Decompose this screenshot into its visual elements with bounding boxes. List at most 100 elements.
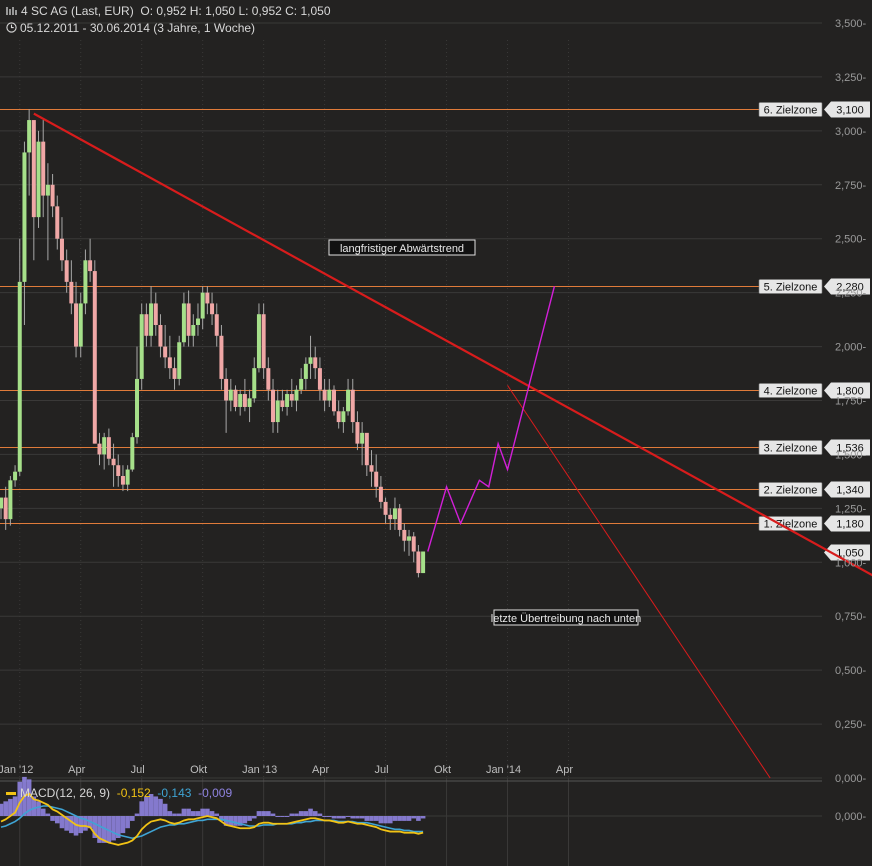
target-zones: 6. Zielzone 3,1005. Zielzone 2,2804. Zielz… (0, 101, 870, 561)
candle-body (69, 281, 74, 304)
candle-body (388, 514, 393, 520)
candle-body (50, 184, 55, 207)
candle-body (59, 238, 64, 261)
ohlc-values: O: 0,952 H: 1,050 L: 0,952 C: 1,050 (140, 4, 331, 18)
macd-histogram-bar (350, 816, 356, 819)
macd-histogram-bar (181, 808, 187, 816)
candle-body (27, 120, 32, 153)
macd-histogram-bar (233, 816, 238, 826)
candle-body (17, 281, 22, 472)
macd-histogram-bar (322, 816, 327, 817)
macd-histogram-bar (420, 816, 426, 819)
candle-body (411, 536, 416, 552)
candle-body (303, 363, 308, 379)
candle-body (224, 378, 229, 401)
macd-histogram-bar (308, 808, 313, 816)
annotation-label: letzte Übertreibung nach unten (491, 613, 641, 625)
x-axis: Jan '12 Apr Jul Okt Jan '13 Apr Jul Okt Jan '14 A… (0, 764, 573, 776)
candle-body (135, 378, 140, 438)
macd-histogram-bar (341, 816, 346, 819)
histogram-value: -0,009 (198, 786, 233, 800)
y-tick-label: 0,500- (835, 665, 867, 677)
macd-histogram-bar (3, 801, 8, 816)
macd-histogram-bar (50, 816, 55, 821)
signal-line (0, 805, 424, 840)
x-tick-label: Apr (312, 764, 329, 776)
candle-body (369, 465, 374, 472)
candle-body (261, 314, 266, 369)
projection-path (427, 285, 556, 552)
y-tick-label: 2,500- (835, 234, 867, 246)
y-tick-label: 3,500- (835, 18, 867, 30)
macd-histogram-bar (130, 816, 135, 821)
candle-body (416, 551, 421, 574)
macd-histogram-bar (298, 811, 304, 816)
candle-body (200, 292, 205, 319)
macd-histogram-bar (256, 811, 262, 816)
candle-body (191, 325, 196, 336)
candle-body (88, 260, 93, 272)
candle-body (331, 389, 336, 412)
candle-body (271, 389, 276, 423)
candle-body (322, 389, 327, 401)
macd-histogram-bar (247, 816, 252, 821)
macd-value: -0,152 (116, 786, 151, 800)
macd-histogram-bar (54, 816, 60, 824)
macd-histogram-bar (176, 813, 182, 816)
candle-body (336, 411, 341, 423)
candle-body (153, 303, 158, 325)
x-tick-label: Jan '13 (242, 764, 277, 776)
candle-body (256, 314, 261, 369)
candle-body (214, 314, 219, 336)
candle-body (285, 394, 290, 407)
annotations: langfristiger Abwärtstrend letzte Übertre… (328, 239, 641, 626)
y-tick-label: 3,000- (835, 126, 867, 138)
macd-histogram-bar (284, 816, 290, 817)
candle-body (313, 357, 318, 369)
x-tick-label: Okt (190, 764, 207, 776)
macd-histogram-bar (355, 816, 360, 819)
price-chart[interactable]: 6. Zielzone 3,1005. Zielzone 2,2804. Zielz… (0, 0, 872, 866)
macd-histogram-bar (406, 816, 412, 821)
candle-body (392, 508, 397, 520)
candle-body (158, 325, 163, 347)
macd-histogram-bar (36, 801, 41, 816)
zone-label: 3. Zielzone (764, 443, 818, 455)
candle-body (280, 400, 285, 407)
instrument-title: 4 SC AG (Last, EUR) (21, 4, 134, 18)
x-tick-label: Jul (375, 764, 389, 776)
macd-histogram-bar (392, 816, 398, 821)
macd-histogram-bar (261, 811, 266, 816)
signal-value: -0,143 (157, 786, 192, 800)
macd-histogram-bar (209, 811, 215, 816)
candle-body (41, 141, 46, 196)
x-tick-label: Jan '14 (486, 764, 521, 776)
zone-label: 6. Zielzone (764, 105, 818, 117)
y-tick-label: 3,250- (835, 72, 867, 84)
candle-body (102, 437, 107, 455)
x-tick-label: Jan '12 (0, 764, 33, 776)
candle-body (92, 271, 97, 444)
macd-histogram-bar (317, 813, 323, 816)
candle-body (125, 469, 130, 485)
candle-body (186, 303, 191, 336)
macd-histogram-bar (205, 808, 210, 816)
candle-body (0, 497, 3, 509)
candle-body (308, 357, 313, 364)
candle-body (242, 394, 247, 407)
zone-value: 1,180 (836, 519, 864, 531)
x-tick-label: Apr (68, 764, 85, 776)
macd-histogram-bar (162, 803, 168, 816)
macd-histogram-bar (345, 816, 351, 817)
y-tick-label: 0,250- (835, 719, 867, 731)
macd-histogram-bar (411, 816, 417, 819)
grid-lines (0, 22, 822, 866)
macd-histogram-bar (270, 813, 276, 816)
candle-body (31, 120, 36, 218)
macd-histogram-bar (402, 816, 407, 821)
candle-body (181, 303, 186, 343)
macd-histogram-bar (158, 798, 163, 816)
candle-body (64, 260, 69, 282)
candle-body (139, 314, 144, 379)
candle-body (219, 335, 224, 379)
